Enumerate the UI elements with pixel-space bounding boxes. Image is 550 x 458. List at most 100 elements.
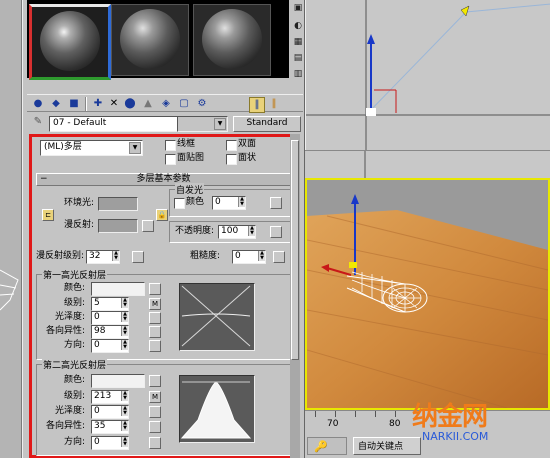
material-sphere: [202, 9, 262, 69]
self-illum-map-button[interactable]: [270, 197, 282, 209]
spec1-level-value: 5: [94, 298, 100, 308]
spec2-orientation-spinner[interactable]: 0 ▲ ▼: [91, 436, 129, 450]
video-check-icon[interactable]: ▥: [292, 68, 304, 80]
face-map-label: 面贴图: [177, 153, 205, 163]
timeline-frame-80: 80: [389, 419, 401, 429]
key-mode-button[interactable]: 🔑: [307, 437, 347, 455]
timeline-tick: [335, 411, 336, 417]
roughness-spinner[interactable]: 0 ▲ ▼: [232, 250, 266, 264]
spec1-orientation-map-button[interactable]: [149, 340, 161, 352]
delete-icon[interactable]: ✕: [107, 97, 121, 111]
spec1-highlight-curve: [179, 283, 255, 351]
material-effects-channel-icon[interactable]: ◈: [159, 97, 173, 111]
backlight-icon[interactable]: ◐: [292, 20, 304, 32]
spinner-arrows-icon: ▲ ▼: [112, 251, 119, 261]
spec1-color-swatch[interactable]: [91, 282, 145, 296]
self-illum-spinner[interactable]: 0 ▲ ▼: [212, 196, 246, 210]
shader-type-value: (ML)多层: [44, 142, 82, 152]
spec1-level-map-button[interactable]: M: [149, 298, 161, 310]
diffuse-label: 漫反射:: [63, 220, 94, 230]
spec2-glossiness-spinner[interactable]: 0 ▲ ▼: [91, 405, 129, 419]
face-map-checkbox[interactable]: [165, 154, 176, 165]
self-illum-title: 自发光: [175, 183, 205, 196]
diffuse-map-button[interactable]: [142, 220, 154, 232]
spec1-orientation-label: 方向:: [63, 340, 85, 350]
go-forward-sibling-icon[interactable]: ‖: [267, 97, 281, 111]
spec2-anisotropy-label: 各向异性:: [45, 421, 85, 431]
eyedropper-icon[interactable]: ✎: [31, 115, 45, 129]
put-to-scene-icon[interactable]: ◆: [49, 97, 63, 111]
spec1-anisotropy-label: 各向异性:: [45, 326, 85, 336]
spec2-glossiness-map-button[interactable]: [149, 406, 161, 418]
left-viewport[interactable]: [0, 0, 22, 458]
spec1-level-spinner[interactable]: 5 ▲ ▼: [91, 297, 129, 311]
spec2-anisotropy-map-button[interactable]: [149, 421, 161, 433]
diffuse-level-map-button[interactable]: [132, 251, 144, 263]
spec1-color-map-button[interactable]: [149, 283, 161, 295]
spinner-arrows-icon: ▲ ▼: [121, 421, 128, 431]
spec2-anisotropy-spinner[interactable]: 35 ▲ ▼: [91, 420, 129, 434]
faceted-checkbox[interactable]: [226, 154, 237, 165]
material-name-field[interactable]: 07 - Default: [49, 116, 182, 132]
basic-params-rollout[interactable]: − 多层基本参数: [36, 173, 291, 186]
diffuse-level-spinner[interactable]: 32 ▲ ▼: [86, 250, 120, 264]
ambient-color-swatch[interactable]: [98, 197, 138, 211]
sample-slot-3[interactable]: [193, 4, 271, 76]
spec2-anisotropy-value: 35: [94, 421, 106, 431]
background-icon[interactable]: ▦: [292, 36, 304, 48]
make-unique-icon[interactable]: ⬤: [123, 97, 137, 111]
sample-slot-2[interactable]: [111, 4, 189, 76]
spec1-anisotropy-map-button[interactable]: [149, 326, 161, 338]
spec2-color-swatch[interactable]: [91, 374, 145, 388]
go-to-parent-icon[interactable]: ‖: [249, 97, 265, 113]
self-illum-color-checkbox[interactable]: [174, 198, 185, 209]
spec2-level-map-button[interactable]: M: [149, 391, 161, 403]
two-sided-checkbox[interactable]: [226, 140, 237, 151]
spec1-anisotropy-spinner[interactable]: 98 ▲ ▼: [91, 325, 129, 339]
spec2-level-spinner[interactable]: 213 ▲ ▼: [91, 390, 129, 404]
sample-type-icon[interactable]: ▣: [292, 2, 304, 14]
opacity-spinner[interactable]: 100 ▲ ▼: [218, 225, 256, 239]
timeline-tick: [315, 411, 316, 417]
sample-slot-1[interactable]: [29, 4, 111, 80]
spec1-glossiness-map-button[interactable]: [149, 312, 161, 324]
reset-material-icon[interactable]: ✚: [91, 97, 105, 111]
assign-to-selection-icon[interactable]: ■: [67, 97, 81, 111]
material-sphere: [40, 11, 100, 71]
get-material-icon[interactable]: ●: [31, 97, 45, 111]
put-to-library-icon[interactable]: ▲: [141, 97, 155, 111]
opacity-group: 不透明度: 100 ▲ ▼: [169, 221, 291, 243]
top-viewport[interactable]: [305, 0, 550, 150]
opacity-map-button[interactable]: [270, 226, 282, 238]
wire-checkbox[interactable]: [165, 140, 176, 151]
uv-tiling-icon[interactable]: ▤: [292, 52, 304, 64]
show-end-result-icon[interactable]: ⚙: [195, 97, 209, 111]
lock-map-icon[interactable]: 🔒: [156, 209, 168, 221]
roughness-label: 粗糙度:: [190, 251, 221, 261]
watermark-logo: 纳金网 NARKII.COM: [404, 392, 534, 444]
spec1-orientation-spinner[interactable]: 0 ▲ ▼: [91, 339, 129, 353]
show-map-icon[interactable]: ▢: [177, 97, 191, 111]
spec2-color-map-button[interactable]: [149, 375, 161, 387]
spec2-orientation-value: 0: [94, 437, 100, 447]
scrollbar-thumb[interactable]: [291, 140, 299, 360]
diffuse-color-swatch[interactable]: [98, 219, 138, 233]
spec1-glossiness-spinner[interactable]: 0 ▲ ▼: [91, 311, 129, 325]
first-specular-group: 第一高光反射层 颜色: 级别: 5 ▲ ▼ M 光泽度: 0 ▲ ▼ 各向异性: 98 ▲…: [36, 268, 291, 360]
spec1-color-label: 颜色:: [63, 283, 85, 293]
material-type-button[interactable]: Standard: [233, 116, 301, 132]
spec2-orientation-map-button[interactable]: [149, 437, 161, 449]
spec1-glossiness-value: 0: [94, 312, 100, 322]
perspective-viewport[interactable]: [305, 178, 550, 410]
side-toolbar: ▣ ◐ ▦ ▤ ▥: [291, 0, 305, 90]
opacity-value: 100: [221, 226, 239, 236]
spinner-arrows-icon: ▲ ▼: [258, 251, 265, 261]
timeline-tick: [355, 411, 356, 417]
self-illum-group: 自发光 颜色 0 ▲ ▼: [169, 183, 291, 217]
watermark-domain: NARKII.COM: [422, 430, 489, 443]
params-scrollbar[interactable]: [290, 134, 300, 458]
spec2-highlight-curve: [179, 375, 255, 443]
roughness-map-button[interactable]: [273, 251, 285, 263]
shader-type-dropdown[interactable]: (ML)多层 ▼: [40, 140, 143, 156]
material-name-dropdown[interactable]: ▼: [177, 116, 228, 132]
